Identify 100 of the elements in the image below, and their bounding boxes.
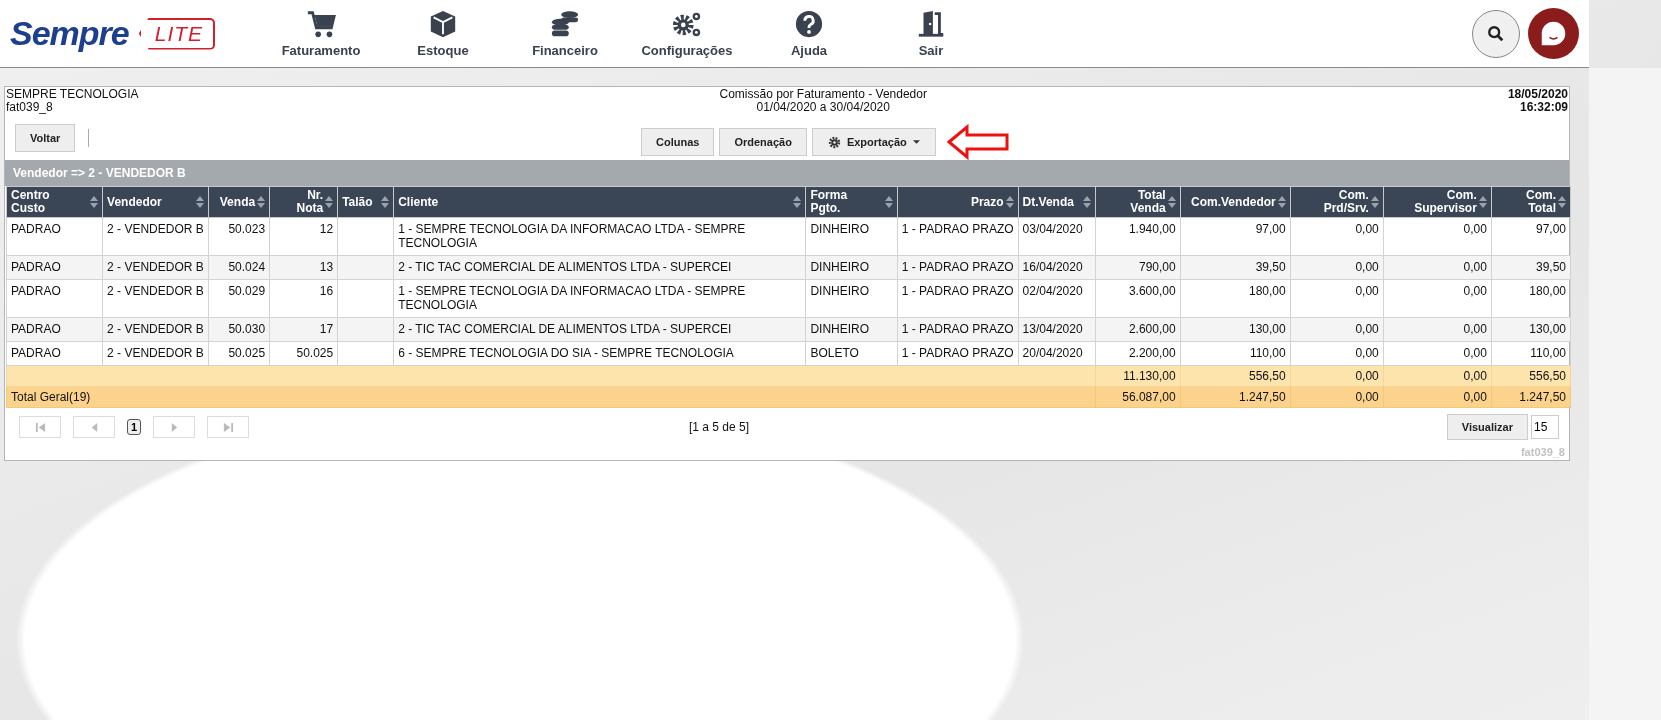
- table-cell: 0,00: [1383, 255, 1492, 280]
- next-page-button[interactable]: [153, 416, 196, 438]
- table-cell: [337, 341, 394, 366]
- toolbar-button[interactable]: Colunas: [641, 128, 715, 156]
- table-cell: 0,00: [1290, 279, 1384, 318]
- search-icon: [1487, 24, 1505, 43]
- gear-icon: [827, 135, 841, 149]
- table-cell: PADRAO: [6, 341, 103, 366]
- page-number[interactable]: 1: [127, 419, 142, 435]
- sort-icon: [1478, 196, 1487, 208]
- search-button[interactable]: [1472, 9, 1520, 58]
- previous-page-button[interactable]: [73, 416, 115, 438]
- report-date: 18/05/2020: [1507, 88, 1568, 101]
- sort-icon: [884, 196, 893, 208]
- column-header[interactable]: Nr. Nota: [269, 186, 338, 218]
- table-cell: 2 - VENDEDOR B: [102, 255, 209, 280]
- back-button[interactable]: Voltar: [15, 124, 76, 152]
- nav-item[interactable]: Sair: [870, 9, 992, 58]
- page-size-field[interactable]: 15: [1531, 415, 1559, 439]
- table-cell: 50.025: [269, 341, 338, 366]
- table-cell: 0,00: [1290, 255, 1384, 280]
- table-cell: 0,00: [1290, 341, 1384, 366]
- table-cell: 1 - PADRAO PRAZO: [897, 279, 1019, 318]
- report-title: Comissão por Faturamento - Vendedor: [719, 88, 927, 101]
- nav-item[interactable]: Configurações: [626, 9, 748, 58]
- table-cell: DINHEIRO: [805, 317, 897, 342]
- column-header[interactable]: Prazo: [897, 186, 1019, 218]
- table-cell: 180,00: [1491, 279, 1571, 318]
- export-menu-button[interactable]: Exportação: [811, 128, 936, 156]
- table-cell: 97,00: [1180, 217, 1291, 256]
- table-cell: 2 - VENDEDOR B: [102, 217, 209, 256]
- table-cell: [337, 279, 394, 318]
- table-cell: 2 - TIC TAC COMERCIAL DE ALIMENTOS LTDA - SUPERCEI: [393, 317, 806, 342]
- table-cell: 1 - PADRAO PRAZO: [897, 217, 1019, 256]
- column-header[interactable]: Dt.Venda: [1018, 186, 1096, 218]
- column-header[interactable]: Forma Pgto.: [805, 186, 897, 218]
- table-cell: 2 - VENDEDOR B: [102, 341, 209, 366]
- table-cell: 0,00: [1383, 279, 1492, 318]
- table-cell: 6 - SEMPRE TECNOLOGIA DO SIA - SEMPRE TECNOLOGIA: [393, 341, 806, 366]
- column-header[interactable]: Talão: [337, 186, 394, 218]
- table-cell: 2 - VENDEDOR B: [102, 317, 209, 342]
- toolbar-button[interactable]: Ordenação: [719, 128, 807, 156]
- table-cell: 16: [269, 279, 338, 318]
- table-cell: 130,00: [1180, 317, 1291, 342]
- sort-icon: [196, 196, 205, 208]
- total-label: Total Geral(19): [6, 386, 1096, 408]
- table-cell: 02/04/2020: [1018, 279, 1096, 318]
- table-cell: 0,00: [1383, 317, 1492, 342]
- column-header[interactable]: Cliente: [393, 186, 806, 218]
- report-code: fat039_8: [6, 101, 54, 114]
- cart-icon: [306, 9, 336, 39]
- report-code: fat039_8: [1520, 446, 1565, 458]
- last-page-button[interactable]: [207, 416, 250, 438]
- nav-item[interactable]: Financeiro: [504, 9, 626, 58]
- column-header[interactable]: Com.Vendedor: [1180, 186, 1291, 218]
- door-icon: [916, 9, 946, 39]
- table-cell: 50.029: [208, 279, 270, 318]
- table-cell: 2.200,00: [1095, 341, 1181, 366]
- table-cell: PADRAO: [6, 279, 103, 318]
- view-button[interactable]: Visualizar: [1446, 414, 1528, 440]
- table-cell: 0,00: [1383, 217, 1492, 256]
- report-period: 01/04/2020 a 30/04/2020: [756, 101, 890, 114]
- sort-icon: [1005, 196, 1014, 208]
- table-cell: 110,00: [1180, 341, 1291, 366]
- table-cell: 0,00: [1383, 341, 1492, 366]
- nav-item[interactable]: Faturamento: [260, 9, 382, 58]
- table-cell: 50.023: [208, 217, 270, 256]
- column-header[interactable]: Com. Total: [1491, 186, 1571, 218]
- column-header[interactable]: Total Venda: [1095, 186, 1181, 218]
- nav-item[interactable]: Estoque: [382, 9, 504, 58]
- table-cell: 03/04/2020: [1018, 217, 1096, 256]
- last-page-icon: [222, 421, 234, 433]
- first-page-button[interactable]: [19, 416, 61, 438]
- table-cell: 1.940,00: [1095, 217, 1181, 256]
- table-cell: DINHEIRO: [805, 279, 897, 318]
- table-cell: DINHEIRO: [805, 255, 897, 280]
- table-cell: PADRAO: [6, 217, 103, 256]
- table-cell: 97,00: [1491, 217, 1571, 256]
- table-cell: 1 - PADRAO PRAZO: [897, 341, 1019, 366]
- logo-wordmark: Sempre: [10, 14, 129, 53]
- sort-icon: [1082, 196, 1091, 208]
- column-header[interactable]: Com. Prd/Srv.: [1290, 186, 1384, 218]
- column-header[interactable]: Vendedor: [102, 186, 209, 218]
- page-summary: [1 a 5 de 5]: [688, 420, 749, 434]
- sort-icon: [1558, 196, 1566, 208]
- sort-icon: [1370, 196, 1379, 208]
- group-header: Vendedor => 2 - VENDEDOR B: [5, 160, 1569, 186]
- avatar-icon[interactable]: [1528, 8, 1579, 59]
- column-header[interactable]: Centro Custo: [6, 186, 103, 218]
- table-cell: PADRAO: [6, 317, 103, 342]
- column-header[interactable]: Venda: [208, 186, 270, 218]
- sort-icon: [381, 196, 390, 208]
- sort-icon: [90, 196, 99, 208]
- nav-item[interactable]: Ajuda: [748, 9, 870, 58]
- table-cell: 2 - VENDEDOR B: [102, 279, 209, 318]
- column-header[interactable]: Com. Supervisor: [1383, 186, 1492, 218]
- table-cell: 110,00: [1491, 341, 1571, 366]
- sort-icon: [1277, 196, 1286, 208]
- help-icon: [794, 9, 824, 39]
- table-cell: 1 - SEMPRE TECNOLOGIA DA INFORMACAO LTDA - SEMPRE TECNOLOGIA: [393, 279, 806, 318]
